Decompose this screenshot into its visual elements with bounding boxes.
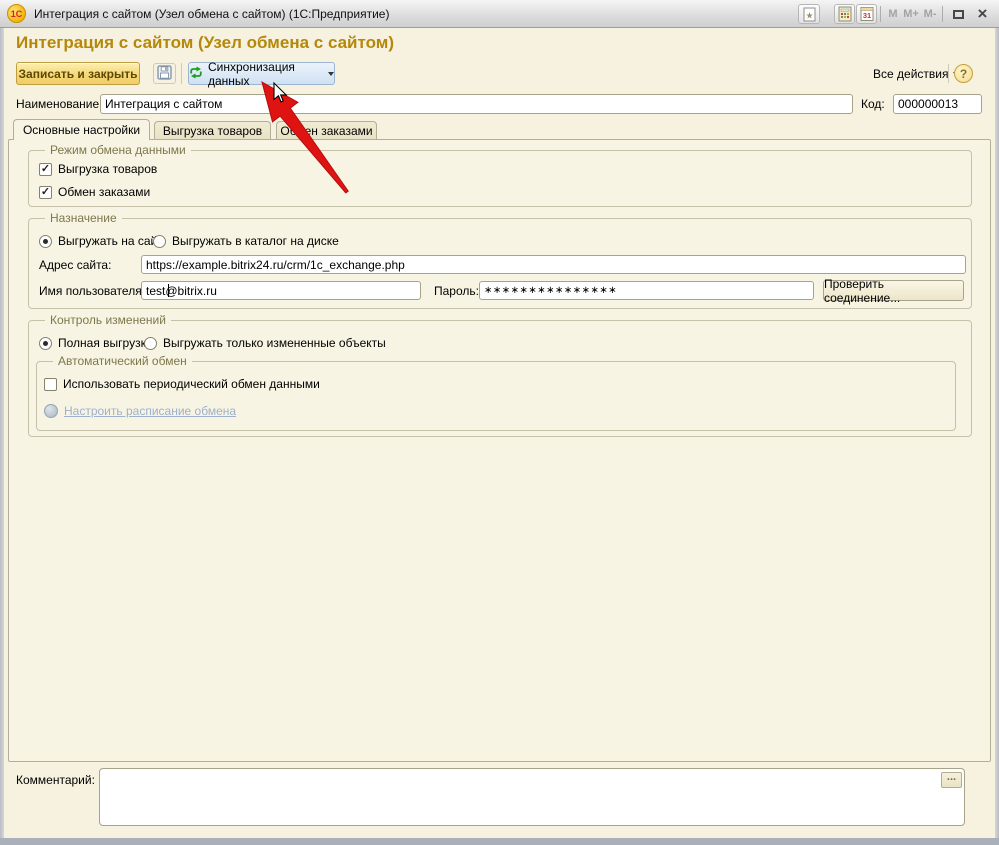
site-address-input[interactable]: https://example.bitrix24.ru/crm/1c_excha…	[141, 255, 966, 274]
maximize-icon	[953, 10, 964, 19]
text-caret	[168, 284, 169, 297]
sync-icon	[189, 66, 203, 82]
fieldset-exchange-mode: Режим обмена данными ✓ Выгрузка товаров …	[28, 150, 972, 207]
orders-exchange-option[interactable]: ✓ Обмен заказами	[39, 185, 150, 199]
chevron-down-icon	[328, 72, 334, 76]
radio-label: Выгружать только измененные объекты	[163, 336, 386, 350]
calendar-icon[interactable]: 31	[856, 4, 877, 24]
svg-text:★: ★	[805, 10, 813, 20]
schedule-link-row: Настроить расписание обмена	[44, 404, 236, 418]
memory-m-plus-button[interactable]: M+	[901, 4, 921, 24]
schedule-clock-icon	[44, 404, 58, 418]
close-button[interactable]: ×	[972, 4, 993, 24]
radio-label: Выгружать на сайт	[58, 234, 163, 248]
checkbox-label: Выгрузка товаров	[58, 162, 157, 176]
products-upload-option[interactable]: ✓ Выгрузка товаров	[39, 162, 157, 176]
calculator-icon[interactable]	[834, 4, 855, 24]
schedule-link[interactable]: Настроить расписание обмена	[64, 404, 236, 418]
titlebar-separator	[880, 6, 881, 22]
checkbox-periodic-unchecked[interactable]	[44, 378, 57, 391]
window-left-edge	[0, 28, 4, 845]
radio-label: Полная выгрузка	[58, 336, 153, 350]
comment-label: Комментарий:	[16, 773, 95, 787]
all-actions-label: Все действия	[873, 67, 948, 81]
password-label: Пароль:	[434, 284, 479, 298]
sync-button-label: Синхронизация данных	[208, 60, 323, 88]
fieldset-legend: Контроль изменений	[45, 313, 171, 327]
memory-m-minus-button[interactable]: M-	[920, 4, 940, 24]
periodic-exchange-option[interactable]: Использовать периодический обмен данными	[44, 377, 320, 391]
window-titlebar: 1С Интеграция с сайтом (Узел обмена с са…	[0, 0, 999, 28]
window-right-edge	[995, 28, 999, 845]
radio-upload-to-disk[interactable]: Выгружать в каталог на диске	[153, 234, 339, 248]
check-connection-button[interactable]: Проверить соединение...	[823, 280, 964, 301]
username-label: Имя пользователя:	[39, 284, 145, 298]
code-label: Код:	[861, 97, 885, 111]
memory-m-button[interactable]: M	[885, 4, 901, 24]
site-address-label: Адрес сайта:	[39, 258, 111, 272]
comment-textarea[interactable]	[99, 768, 965, 826]
radio-selected[interactable]	[39, 337, 52, 350]
all-actions-button[interactable]: Все действия	[873, 65, 959, 83]
maximize-button[interactable]	[948, 4, 969, 24]
checkbox-label: Обмен заказами	[58, 185, 150, 199]
name-input[interactable]: Интеграция с сайтом	[100, 94, 853, 114]
fieldset-change-control: Контроль изменений Полная выгрузка Выгру…	[28, 320, 972, 437]
fieldset-legend: Режим обмена данными	[45, 143, 191, 157]
fieldset-legend: Автоматический обмен	[53, 354, 192, 368]
fieldset-legend: Назначение	[45, 211, 122, 225]
tab-order-exchange[interactable]: Обмен заказами	[276, 121, 377, 140]
page-title: Интеграция с сайтом (Узел обмена с сайто…	[16, 33, 776, 53]
fieldset-destination: Назначение Выгружать на сайт Выгружать в…	[28, 218, 972, 309]
window-title: Интеграция с сайтом (Узел обмена с сайто…	[34, 0, 389, 28]
toolbar-separator	[948, 64, 949, 83]
code-input[interactable]: 000000013	[893, 94, 982, 114]
sync-data-button[interactable]: Синхронизация данных	[188, 62, 335, 85]
tab-product-upload[interactable]: Выгрузка товаров	[154, 121, 271, 140]
radio-upload-to-site[interactable]: Выгружать на сайт	[39, 234, 163, 248]
save-close-button[interactable]: Записать и закрыть	[16, 62, 140, 85]
radio-label: Выгружать в каталог на диске	[172, 234, 339, 248]
checkbox-label: Использовать периодический обмен данными	[63, 377, 320, 391]
radio-selected[interactable]	[39, 235, 52, 248]
password-input[interactable]: ∗∗∗∗∗∗∗∗∗∗∗∗∗∗∗	[479, 281, 814, 300]
tab-label: Основные настройки	[23, 123, 140, 137]
tab-label: Обмен заказами	[280, 124, 372, 138]
radio-unselected[interactable]	[144, 337, 157, 350]
tab-label: Выгрузка товаров	[163, 124, 262, 138]
checkbox-products-checked[interactable]: ✓	[39, 163, 52, 176]
save-floppy-icon	[157, 65, 172, 83]
close-icon: ×	[978, 5, 988, 23]
1c-app-icon: 1С	[7, 4, 26, 23]
window-bottom-edge	[0, 838, 999, 845]
toolbar-separator	[181, 63, 182, 84]
save-icon-button[interactable]	[153, 63, 176, 84]
name-label: Наименование:	[16, 97, 103, 111]
application-window: 1С Интеграция с сайтом (Узел обмена с са…	[0, 0, 999, 845]
svg-text:31: 31	[862, 11, 870, 20]
radio-full-upload[interactable]: Полная выгрузка	[39, 336, 153, 350]
fieldset-auto-exchange: Автоматический обмен Использовать период…	[36, 361, 956, 431]
username-input[interactable]: test@bitrix.ru	[141, 281, 421, 300]
checkbox-orders-checked[interactable]: ✓	[39, 186, 52, 199]
help-button[interactable]: ?	[954, 64, 973, 83]
radio-changed-only[interactable]: Выгружать только измененные объекты	[144, 336, 386, 350]
favorites-icon[interactable]: ★	[798, 4, 820, 24]
comment-more-button[interactable]: ...	[941, 772, 962, 788]
radio-unselected[interactable]	[153, 235, 166, 248]
tab-main-settings[interactable]: Основные настройки	[13, 119, 150, 140]
titlebar-separator	[942, 6, 943, 22]
